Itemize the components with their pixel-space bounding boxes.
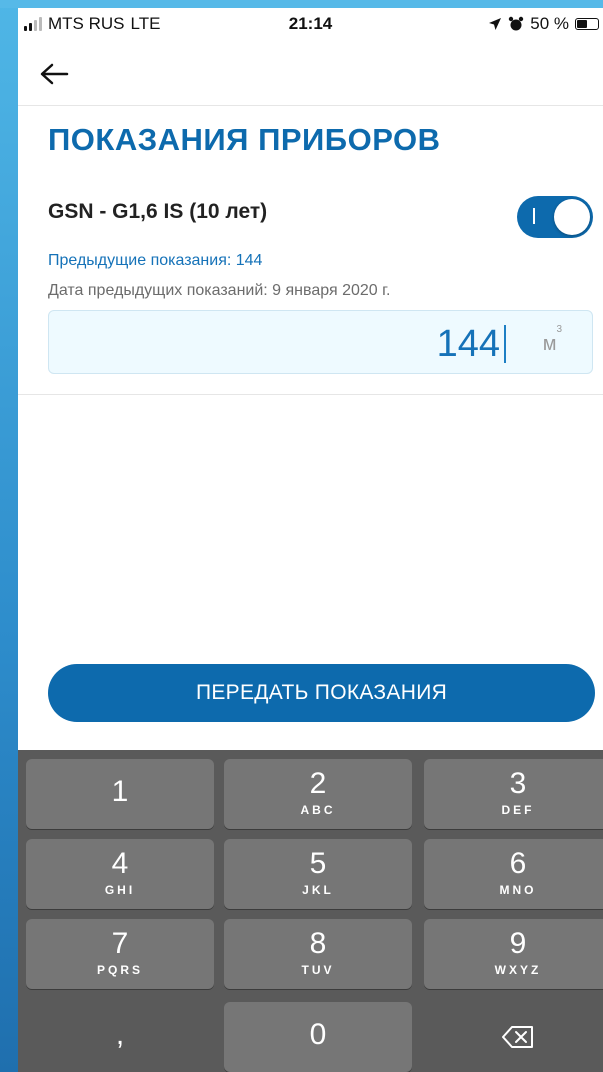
background-frame <box>0 0 18 1072</box>
nav-bar <box>18 42 603 106</box>
meter-toggle[interactable] <box>517 196 593 238</box>
delete-key[interactable] <box>424 1002 603 1072</box>
divider <box>18 394 603 395</box>
reading-input[interactable]: 144 м3 <box>48 310 593 374</box>
key-6[interactable]: 6 MNO <box>424 839 603 909</box>
reading-value: 144 <box>436 323 500 365</box>
previous-reading: Предыдущие показания: 144 <box>48 252 263 269</box>
key-1[interactable]: 1 <box>26 759 214 829</box>
key-4[interactable]: 4 GHI <box>26 839 214 909</box>
signal-icon <box>24 17 42 31</box>
location-icon <box>489 18 502 30</box>
page-title: ПОКАЗАНИЯ ПРИБОРОВ <box>48 122 441 157</box>
key-5[interactable]: 5 JKL <box>224 839 412 909</box>
battery-icon <box>575 18 599 30</box>
key-0[interactable]: 0 <box>224 1002 412 1072</box>
numeric-keypad: 1 2 ABC 3 DEF 4 GHI 5 JKL 6 MNO 7 PQRS 8 TUV 9W… <box>18 750 603 1072</box>
text-cursor <box>504 325 506 363</box>
status-bar: MTS RUS LTE 21:14 50 % <box>18 8 603 42</box>
background-frame-top <box>0 0 603 8</box>
meter-name: GSN - G1,6 IS (10 лет) <box>48 200 268 223</box>
network-label: LTE <box>130 14 161 33</box>
key-comma[interactable]: , <box>26 1002 214 1072</box>
key-2[interactable]: 2 ABC <box>224 759 412 829</box>
previous-reading-date: Дата предыдущих показаний: 9 января 2020… <box>48 282 391 299</box>
phone-screen: MTS RUS LTE 21:14 50 % ПОКАЗАНИЯ ПРИБОРО… <box>18 8 603 1072</box>
key-9[interactable]: 9 WXYZ <box>424 919 603 989</box>
back-button[interactable] <box>36 56 72 92</box>
arrow-left-icon <box>40 63 69 85</box>
backspace-icon <box>502 1026 533 1048</box>
alarm-icon <box>509 16 524 31</box>
carrier-label: MTS RUS <box>48 14 125 33</box>
key-7[interactable]: 7 PQRS <box>26 919 214 989</box>
key-3[interactable]: 3 DEF <box>424 759 603 829</box>
unit-label: м3 <box>542 324 562 355</box>
battery-percent: 50 % <box>530 14 569 33</box>
submit-readings-button[interactable]: ПЕРЕДАТЬ ПОКАЗАНИЯ <box>48 664 595 722</box>
key-8[interactable]: 8 TUV <box>224 919 412 989</box>
toggle-on-mark <box>533 208 535 224</box>
toggle-knob <box>554 199 590 235</box>
